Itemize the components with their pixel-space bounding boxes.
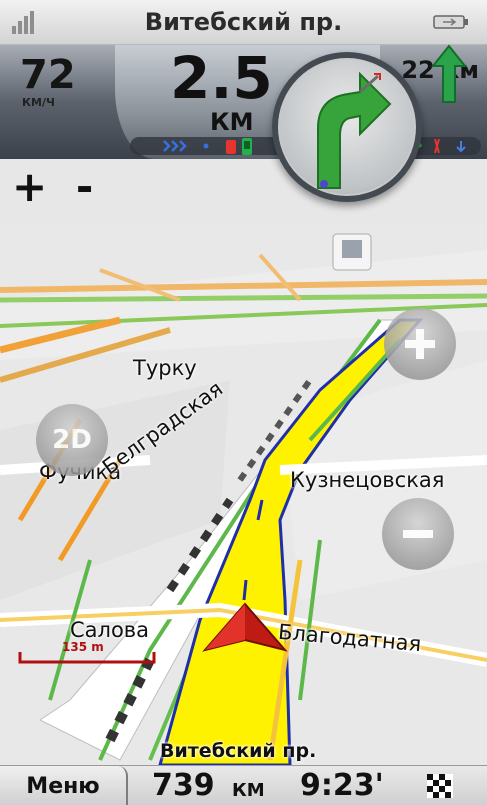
map-label-salova: Салова bbox=[70, 618, 150, 642]
phone-icon bbox=[242, 138, 252, 155]
plus-icon bbox=[405, 329, 435, 359]
minus-icon bbox=[403, 530, 433, 538]
map-label-kuznetsovskaya: Кузнецовская bbox=[290, 468, 445, 492]
turn-right-icon bbox=[317, 71, 392, 189]
scale-label: 135 m bbox=[62, 640, 104, 654]
status-bar: Витебский пр. bbox=[0, 0, 487, 45]
speed-unit: КМ/Ч bbox=[22, 96, 55, 109]
zoom-out-button[interactable] bbox=[382, 498, 454, 570]
map-marker-icon bbox=[332, 233, 372, 271]
quick-zoom-controls: + - bbox=[12, 162, 107, 211]
bottom-bar: Меню 739 КМ 9:23' bbox=[0, 765, 487, 805]
remaining-distance-value: 739 bbox=[152, 768, 215, 803]
menu-button[interactable]: Меню bbox=[0, 766, 128, 805]
battery-icon bbox=[433, 15, 468, 29]
navigation-screen: Витебский пр. 72 КМ/Ч 2.5 КМ 22 км + - Т… bbox=[0, 0, 487, 805]
maneuver-indicator bbox=[272, 52, 422, 202]
view-mode-2d-button[interactable]: 2D bbox=[36, 404, 108, 476]
quick-zoom-in-button[interactable]: + bbox=[12, 162, 47, 211]
turn-distance-unit: КМ bbox=[210, 108, 254, 136]
remaining-distance-unit: КМ bbox=[232, 780, 265, 801]
finish-flag-icon bbox=[427, 774, 453, 798]
quick-zoom-out-button[interactable]: - bbox=[76, 162, 93, 211]
speed-value: 72 bbox=[20, 52, 76, 98]
signal-icon bbox=[12, 11, 34, 34]
next-route-street: Витебский пр. bbox=[160, 740, 317, 762]
straight-arrow-icon bbox=[431, 44, 467, 103]
navigation-map[interactable] bbox=[0, 224, 487, 765]
traffic-light-icon bbox=[226, 140, 236, 154]
map-label-turku: Турку bbox=[133, 356, 197, 380]
eta-time: 9:23' bbox=[300, 768, 384, 803]
lane-indicator-strip bbox=[130, 137, 290, 155]
current-street-name: Витебский пр. bbox=[144, 8, 343, 36]
turn-distance-value: 2.5 bbox=[170, 44, 273, 112]
zoom-in-button[interactable] bbox=[384, 308, 456, 380]
